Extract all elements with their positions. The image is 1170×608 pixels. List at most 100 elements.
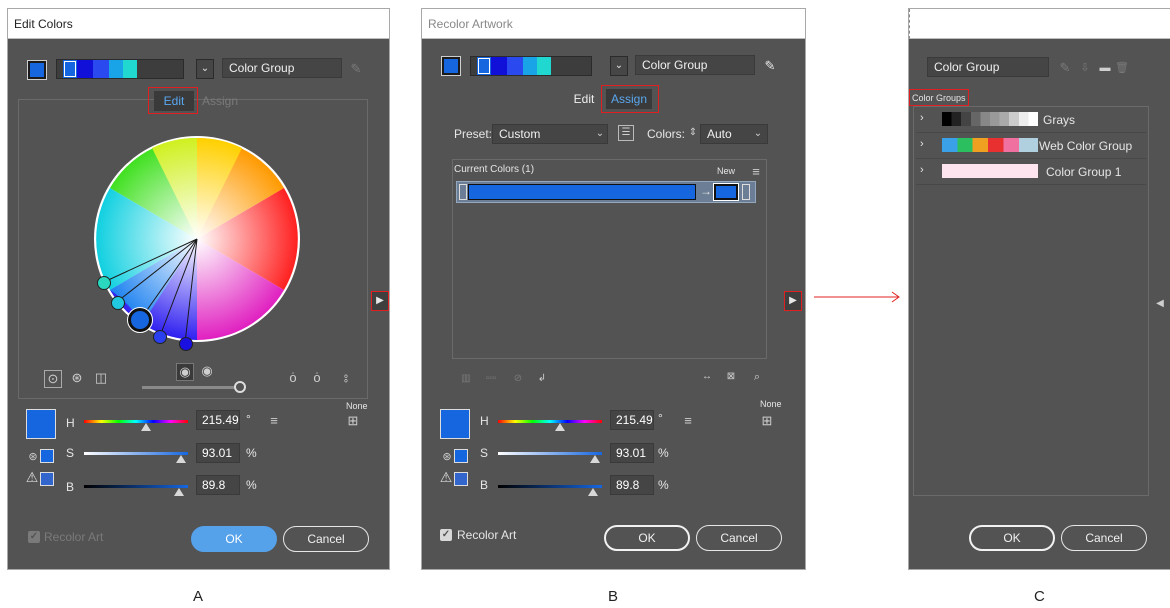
eyedropper-icon[interactable]: ✎ — [1057, 60, 1073, 76]
smooth-wheel-icon[interactable]: ⊙ — [44, 370, 62, 388]
saturation-value-field[interactable]: 93.01 — [610, 443, 654, 463]
brightness-value-slider[interactable] — [84, 485, 188, 488]
row-drag-handle[interactable] — [459, 184, 467, 200]
chevron-down-icon[interactable]: ⌄ — [196, 59, 214, 79]
brightness-value-field[interactable]: 89.8 — [196, 475, 240, 495]
list-item[interactable]: › Color Group 1 — [916, 159, 1146, 185]
color-marker[interactable] — [111, 296, 125, 310]
swatch-grid-icon[interactable]: ⊞ — [342, 413, 364, 429]
save-group-icon[interactable]: ⇩ — [1077, 60, 1093, 76]
chevron-right-icon[interactable]: › — [920, 138, 924, 150]
list-item[interactable]: › Grays — [916, 107, 1146, 133]
expand-panel-button[interactable]: ▶ — [371, 291, 389, 311]
menu-icon[interactable]: ≡ — [749, 164, 763, 180]
new-row-icon[interactable]: ↲ — [534, 371, 550, 387]
merge-colors-icon[interactable]: ▥ — [458, 371, 474, 387]
color-bars-icon[interactable]: ◫ — [92, 370, 110, 386]
randomize-saturation-icon[interactable]: ⊠ — [722, 369, 740, 385]
cancel-button[interactable]: Cancel — [1061, 525, 1147, 551]
collapse-panel-icon[interactable]: ◀ — [1155, 296, 1165, 312]
hue-slider[interactable] — [498, 420, 602, 423]
hue-slider-thumb[interactable] — [555, 423, 565, 431]
eyedropper-icon[interactable]: ✎ — [762, 58, 778, 74]
ok-button[interactable]: OK — [604, 525, 690, 551]
brightness-slider-thumb[interactable] — [588, 488, 598, 496]
segmented-wheel-icon[interactable]: ⊛ — [68, 370, 86, 386]
recolor-art-checkbox[interactable]: ✓ — [28, 531, 40, 543]
slider-handle[interactable] — [234, 381, 246, 393]
active-color-swatch[interactable] — [27, 60, 47, 80]
warning-icon: ⚠ — [25, 469, 39, 485]
recolor-art-label: Recolor Art — [457, 528, 517, 542]
transition-arrow — [814, 291, 900, 303]
show-saturation-icon[interactable]: ◉ — [176, 363, 194, 381]
caption-c: C — [1034, 588, 1045, 605]
menu-icon[interactable]: ≡ — [266, 413, 282, 429]
color-marker[interactable] — [179, 337, 193, 351]
new-color-handle[interactable] — [742, 184, 750, 200]
ok-button[interactable]: OK — [969, 525, 1055, 551]
stepper-icon[interactable]: ⇕ — [688, 125, 698, 141]
current-color-bar[interactable] — [468, 184, 696, 200]
brightness-value-field[interactable]: 89.8 — [610, 475, 654, 495]
find-color-icon[interactable]: ⌕ — [748, 369, 766, 385]
saturation-slider-thumb[interactable] — [176, 455, 186, 463]
chevron-down-icon[interactable]: ⌄ — [594, 126, 606, 142]
color-wheel[interactable] — [92, 134, 302, 344]
preset-dropdown[interactable]: Custom — [492, 124, 608, 144]
tab-assign[interactable]: Assign — [198, 91, 242, 111]
swatch-grid-icon[interactable]: ⊞ — [756, 413, 778, 429]
exclude-colors-icon[interactable]: ⊘ — [510, 371, 526, 387]
chevron-down-icon[interactable]: ⌄ — [610, 56, 628, 76]
show-brightness-icon[interactable]: ◉ — [198, 363, 216, 379]
add-color-tool-icon[interactable]: ȯ — [284, 370, 302, 386]
color-marker[interactable] — [97, 276, 111, 290]
trash-icon[interactable]: 🗑 — [1115, 60, 1129, 76]
hue-value-field[interactable]: 215.49 — [610, 410, 654, 430]
menu-icon[interactable]: ≡ — [680, 413, 696, 429]
tab-edit[interactable]: Edit — [566, 89, 602, 109]
brightness-slider[interactable] — [142, 386, 242, 389]
separate-colors-icon[interactable]: ▫▫▫ — [482, 371, 500, 387]
color-group-name-field[interactable]: Color Group — [635, 55, 755, 75]
chevron-down-icon[interactable]: ⌄ — [752, 126, 764, 142]
randomize-order-icon[interactable]: ↔ — [698, 369, 716, 385]
color-group-name-field[interactable]: Color Group — [222, 58, 342, 78]
base-color-marker[interactable] — [127, 307, 153, 333]
hue-slider[interactable] — [84, 420, 188, 423]
arrow-right-icon[interactable]: → — [700, 184, 712, 198]
preset-options-icon[interactable]: ☰ — [618, 125, 634, 141]
chevron-right-icon[interactable]: › — [920, 112, 924, 124]
edit-tab-highlight — [148, 87, 198, 114]
folder-icon[interactable]: ▬ — [1097, 60, 1113, 76]
color-group-strip[interactable] — [470, 56, 592, 76]
brightness-value-slider[interactable] — [498, 485, 602, 488]
web-safe-swatch[interactable] — [40, 472, 54, 486]
link-harmony-icon[interactable]: ⦂ — [336, 370, 356, 386]
hue-value-field[interactable]: 215.49 — [196, 410, 240, 430]
expand-panel-button[interactable]: ▶ — [784, 291, 802, 311]
active-color-swatch[interactable] — [441, 56, 461, 76]
saturation-slider[interactable] — [498, 452, 602, 455]
ok-button[interactable]: OK — [191, 526, 277, 552]
saturation-value-field[interactable]: 93.01 — [196, 443, 240, 463]
group-name: Grays — [1043, 113, 1076, 127]
saturation-slider-thumb[interactable] — [590, 455, 600, 463]
remove-color-tool-icon[interactable]: ȯ — [308, 370, 326, 386]
saturation-slider[interactable] — [84, 452, 188, 455]
in-gamut-swatch[interactable] — [454, 449, 468, 463]
web-safe-swatch[interactable] — [454, 472, 468, 486]
recolor-art-checkbox[interactable]: ✓ — [440, 529, 452, 541]
chevron-right-icon[interactable]: › — [920, 164, 924, 176]
cancel-button[interactable]: Cancel — [696, 525, 782, 551]
in-gamut-swatch[interactable] — [40, 449, 54, 463]
hue-slider-thumb[interactable] — [141, 423, 151, 431]
cancel-button[interactable]: Cancel — [283, 526, 369, 552]
list-item[interactable]: › Web Color Group — [916, 133, 1146, 159]
color-marker[interactable] — [153, 330, 167, 344]
color-group-name-field[interactable]: Color Group — [927, 57, 1049, 77]
color-group-strip[interactable] — [56, 59, 184, 79]
eyedropper-icon[interactable]: ✎ — [348, 61, 364, 77]
new-color-swatch[interactable] — [713, 183, 739, 201]
brightness-slider-thumb[interactable] — [174, 488, 184, 496]
